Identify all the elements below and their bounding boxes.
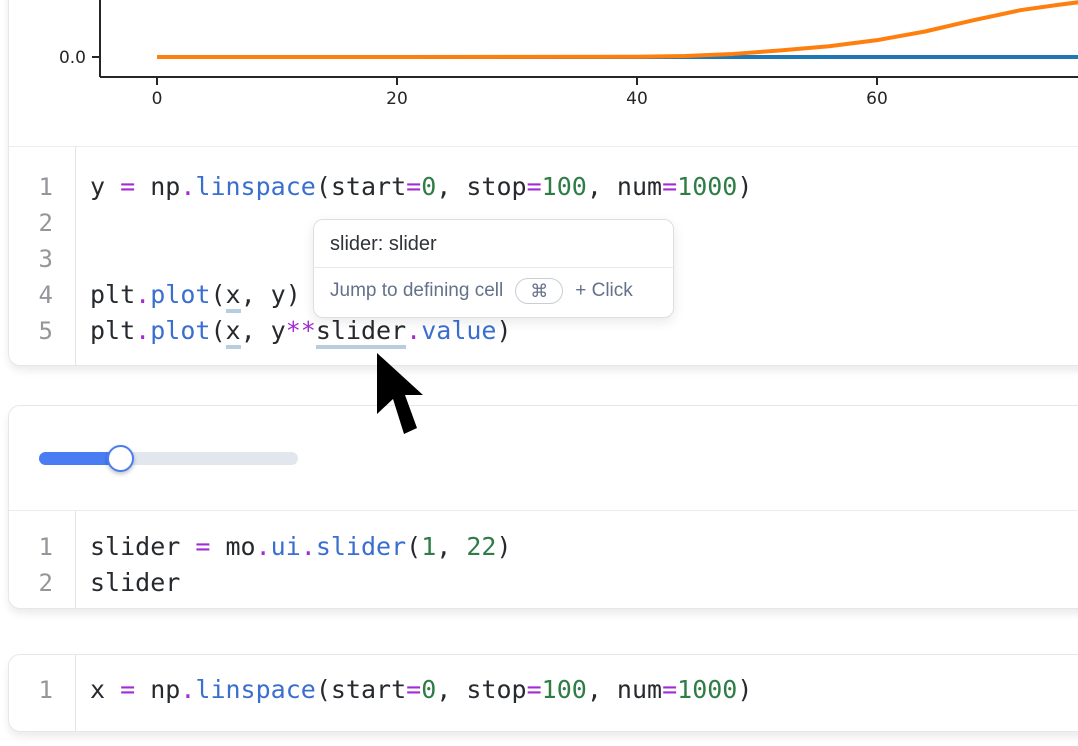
line-number: 1 [9, 529, 53, 565]
command-key-icon: ⌘ [515, 278, 563, 304]
line-number: 3 [9, 241, 53, 277]
x-tick-label: 60 [866, 89, 888, 109]
variable-tooltip: slider: slider Jump to defining cell ⌘ +… [313, 219, 674, 318]
line-number: 5 [9, 313, 53, 349]
slider-handle[interactable] [107, 445, 134, 472]
line-number: 1 [9, 672, 53, 708]
tooltip-action-label: Jump to defining cell [330, 280, 503, 302]
x-tick-label: 20 [386, 89, 408, 109]
notebook-cell-slider: 12 slider = mo.ui.slider(1, 22) slider [8, 405, 1078, 609]
line-number-gutter: 12345 [9, 147, 76, 365]
line-number: 4 [9, 277, 53, 313]
notebook-page: 02040600.0 12345 y = np.linspace(start=0… [0, 0, 1078, 746]
line-number: 2 [9, 205, 53, 241]
code-area[interactable]: x = np.linspace(start=0, stop=100, num=1… [76, 655, 752, 731]
chart-series [157, 2, 1078, 57]
code-area[interactable]: slider = mo.ui.slider(1, 22) slider [76, 511, 512, 608]
line-number-gutter: 12 [9, 511, 76, 608]
matplotlib-line-chart: 0 20 40 60 0.0 [9, 0, 1078, 146]
tooltip-variable-name: slider: slider [314, 220, 673, 267]
code-line[interactable]: y = np.linspace(start=0, stop=100, num=1… [90, 169, 752, 205]
plot-output-area: 0 20 40 60 0.0 [9, 0, 1078, 146]
code-line[interactable]: plt.plot(x, y**slider.value) [90, 313, 752, 349]
y-tick-label: 0.0 [59, 48, 86, 68]
slider-output-area [9, 406, 1078, 510]
mouse-cursor-icon [375, 351, 427, 441]
x-tick-label: 40 [626, 89, 648, 109]
line-number: 2 [9, 565, 53, 601]
line-number: 1 [9, 169, 53, 205]
slider-track[interactable] [39, 452, 298, 465]
notebook-cell-x: 1 x = np.linspace(start=0, stop=100, num… [8, 654, 1078, 732]
x-tick-label: 0 [152, 89, 163, 109]
tooltip-shortcut-suffix: + Click [575, 280, 633, 302]
code-editor[interactable]: 1 x = np.linspace(start=0, stop=100, num… [9, 655, 1078, 731]
line-number-gutter: 1 [9, 655, 76, 731]
code-line[interactable]: slider [90, 565, 512, 601]
code-editor[interactable]: 12 slider = mo.ui.slider(1, 22) slider [9, 510, 1078, 608]
code-line[interactable]: x = np.linspace(start=0, stop=100, num=1… [90, 672, 752, 708]
code-line[interactable]: slider = mo.ui.slider(1, 22) [90, 529, 512, 565]
